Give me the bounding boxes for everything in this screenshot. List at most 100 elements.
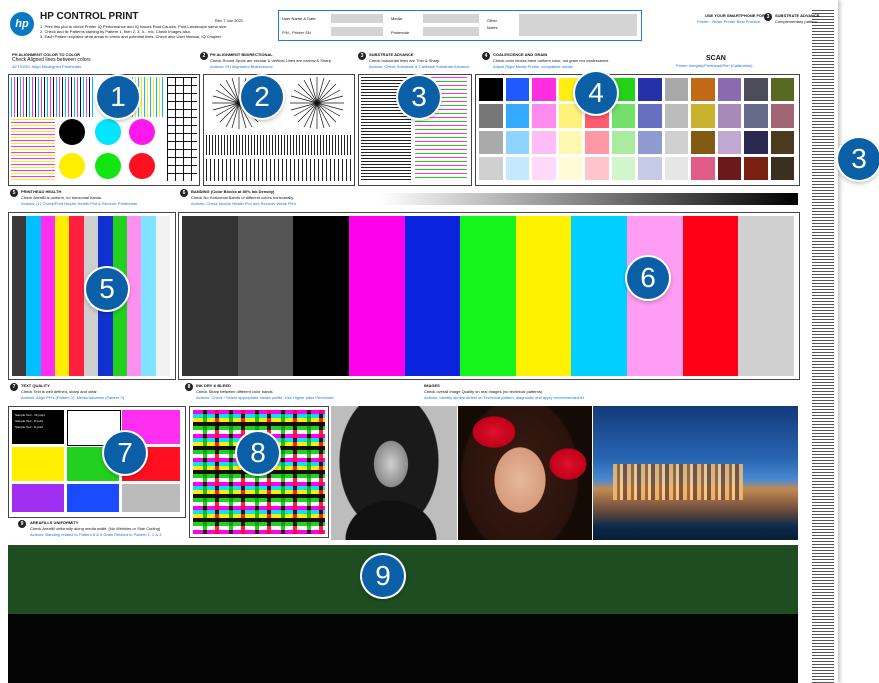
media-label: Media bbox=[391, 16, 402, 21]
banding-block-3 bbox=[348, 216, 405, 376]
swatch-r0-c9 bbox=[717, 78, 741, 102]
swatch-r1-c3 bbox=[558, 104, 582, 128]
swatch-r1-c0 bbox=[479, 104, 503, 128]
s9-desc: Check Areafill uniformity along media wi… bbox=[30, 526, 161, 531]
swatch-r3-c6 bbox=[638, 156, 662, 180]
swatch-r2-c0 bbox=[479, 130, 503, 154]
revision-date: Rev 7 Jan 2021 bbox=[215, 18, 244, 23]
ph-bar-1 bbox=[26, 216, 41, 376]
swatch-r2-c4 bbox=[585, 130, 609, 154]
ph-bar-3 bbox=[55, 216, 70, 376]
s5-action: Actions: (1) Check/Print Nozzle Health P… bbox=[21, 201, 138, 206]
swatch-r0-c0 bbox=[479, 78, 503, 102]
swatch-r2-c1 bbox=[505, 130, 529, 154]
badge-3: 3 bbox=[398, 76, 440, 118]
hp-logo: hp bbox=[10, 12, 34, 36]
section-2-number: 2 bbox=[200, 52, 208, 60]
notes-label: Notes bbox=[487, 25, 498, 30]
swatch-r3-c11 bbox=[770, 156, 794, 180]
swatch-r1-c11 bbox=[770, 104, 794, 128]
banding-block-10 bbox=[738, 216, 795, 376]
ph-bar-8 bbox=[126, 216, 142, 376]
badge-8: 8 bbox=[237, 432, 279, 474]
red-dot bbox=[129, 153, 155, 179]
instruction-3: 3. Each Pattern explains what areas to c… bbox=[40, 34, 222, 39]
s3-desc: Check horizontal lines are Thin & Sharp bbox=[369, 58, 440, 63]
color-swatch-grid bbox=[479, 78, 794, 180]
swatch-r1-c8 bbox=[691, 104, 715, 128]
substrate-advance-sub: Complementary pattern bbox=[775, 19, 817, 24]
green-dot bbox=[95, 153, 121, 179]
swatch-r2-c6 bbox=[638, 130, 662, 154]
smartphone-label: USE YOUR SMARTPHONE FOR bbox=[705, 13, 765, 18]
s5-title: PRINTHEAD HEALTH bbox=[21, 189, 62, 194]
swatch-r1-c1 bbox=[505, 104, 529, 128]
s6-title-text: BANDING bbox=[191, 189, 210, 194]
s6-desc: Check No Horizontal Bands of different c… bbox=[191, 195, 295, 200]
badge-5: 5 bbox=[86, 268, 128, 310]
photo-coastal-village bbox=[593, 406, 798, 540]
ph-bar-9 bbox=[141, 216, 156, 376]
section-5-number: 5 bbox=[10, 189, 18, 197]
s4-title: COALESCENCE AND GRAIN bbox=[493, 52, 548, 57]
section-8-number: 8 bbox=[185, 383, 193, 391]
swatch-r3-c4 bbox=[585, 156, 609, 180]
other-label: Other bbox=[487, 18, 498, 23]
s3-title: SUBSTRATE ADVANCE bbox=[369, 52, 414, 57]
alignment-lines-lower bbox=[11, 119, 55, 181]
printmode-label: Printmode bbox=[391, 30, 410, 35]
black-dot bbox=[59, 119, 85, 145]
swatch-r3-c10 bbox=[744, 156, 768, 180]
magenta-dot bbox=[129, 119, 155, 145]
swatch-r3-c0 bbox=[479, 156, 503, 180]
swatch-r0-c1 bbox=[505, 78, 529, 102]
swatch-r2-c5 bbox=[611, 130, 635, 154]
s8-desc: Check Sharp between different color band… bbox=[196, 389, 273, 394]
vertical-lines-1 bbox=[206, 135, 352, 155]
user-field[interactable] bbox=[331, 14, 383, 23]
notes-field[interactable] bbox=[519, 14, 637, 36]
swatch-r2-c9 bbox=[717, 130, 741, 154]
text-block-blue bbox=[67, 484, 119, 512]
text-block-purple bbox=[12, 484, 64, 512]
s2-title: PH ALIGNMENT BIDIRECTIONAL bbox=[210, 52, 273, 57]
s1-desc: Check Aligned lines between colors bbox=[12, 57, 91, 63]
swatch-r1-c2 bbox=[532, 104, 556, 128]
media-field[interactable] bbox=[423, 14, 479, 23]
yellow-dot bbox=[59, 153, 85, 179]
sample-6pt-a: Sample Text - 6 point bbox=[15, 425, 44, 429]
swatch-r1-c6 bbox=[638, 104, 662, 128]
images-desc: Check overall Image Quality on real Imag… bbox=[424, 389, 543, 394]
swatch-r3-c5 bbox=[611, 156, 635, 180]
photo-bw-portrait bbox=[331, 406, 457, 540]
s4-desc: Check color blocks have uniform color, n… bbox=[493, 58, 610, 63]
section-9-number: 9 bbox=[18, 520, 26, 528]
s3-action: Actions: Check Substrate & Calibrate Sub… bbox=[369, 64, 470, 69]
pn-label: P/N - Printer SN bbox=[282, 30, 311, 35]
alignment-crosses bbox=[167, 77, 197, 181]
starburst-right bbox=[290, 77, 344, 129]
text-block-black: Sample Text - 10 point Sample Text - 8 p… bbox=[12, 410, 64, 444]
printmode-field[interactable] bbox=[423, 27, 479, 36]
pattern-4-coalescence bbox=[475, 74, 800, 186]
badge-9: 9 bbox=[362, 555, 404, 597]
user-label: User Name & Date bbox=[282, 16, 316, 21]
banding-block-1 bbox=[237, 216, 294, 376]
swatch-r0-c8 bbox=[691, 78, 715, 102]
s5-desc: Check Areafill is uniform, no horizontal… bbox=[21, 195, 103, 200]
swatch-r2-c3 bbox=[558, 130, 582, 154]
scan-label: SCAN bbox=[706, 55, 726, 62]
page-title: HP CONTROL PRINT bbox=[40, 11, 139, 22]
badge-2: 2 bbox=[241, 76, 283, 118]
badge-7: 7 bbox=[104, 432, 146, 474]
s1-action: ACTIONS: Align Misaligned Printheads bbox=[12, 64, 82, 69]
s6-title-note: (Color Blocks at 80% Ink Density) bbox=[210, 189, 275, 194]
swatch-r3-c3 bbox=[558, 156, 582, 180]
s9-action: Actions: Banding related to Pattern 5 & … bbox=[30, 532, 162, 537]
swatch-r0-c6 bbox=[638, 78, 662, 102]
s7-action: Actions: Align PH's (Pattern 1), Media A… bbox=[21, 395, 125, 400]
section-6-number: 6 bbox=[180, 189, 188, 197]
sample-10pt-a: Sample Text - 10 point bbox=[15, 413, 45, 417]
s7-desc: Check Text is well defined, sharp and cl… bbox=[21, 389, 98, 394]
pn-field[interactable] bbox=[331, 27, 383, 36]
